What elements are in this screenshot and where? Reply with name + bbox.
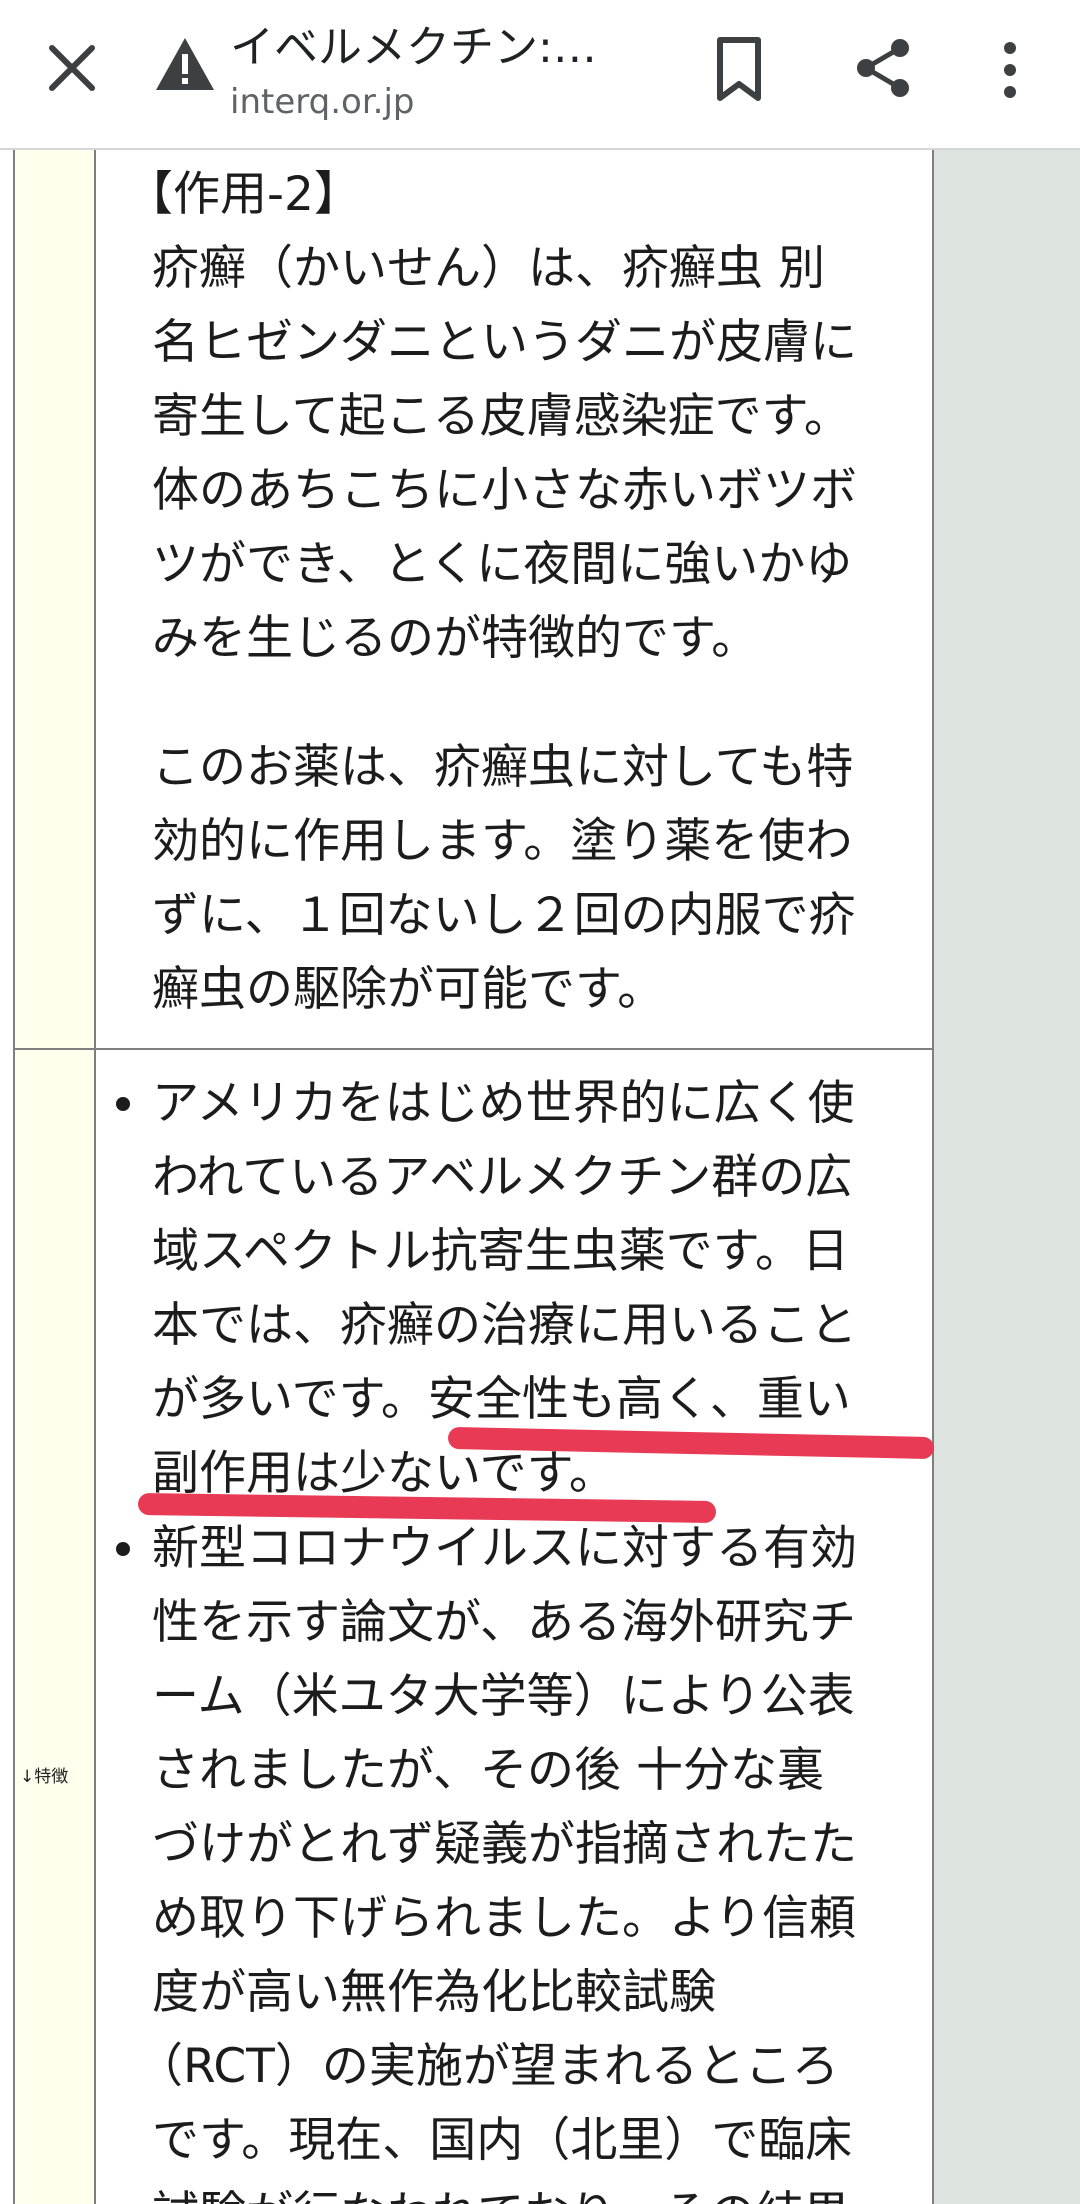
text-line: アメリカをはじめ世界的に広く使 bbox=[152, 1076, 855, 1131]
browser-page: イベルメクチン:… interq.or.jp ↓特徴 【作用-2】 疥癬（かいせ… bbox=[0, 0, 1080, 2204]
text-line: このお薬は、疥癬虫に対しても特 bbox=[152, 740, 854, 795]
page-info[interactable]: イベルメクチン:… interq.or.jp bbox=[230, 18, 670, 128]
page-title: イベルメクチン:… bbox=[230, 22, 597, 73]
text-line: 試験が行なわれており、その結果 bbox=[152, 2178, 850, 2204]
text-line: 体のあちこちに小さな赤いボツボ bbox=[152, 463, 857, 518]
page-url: interq.or.jp bbox=[230, 82, 415, 122]
text-line: （RCT）の実施が望まれるところ bbox=[136, 2039, 839, 2094]
more-vert-icon[interactable] bbox=[990, 38, 1030, 102]
bookmark-icon[interactable] bbox=[712, 36, 766, 102]
text-line: 本では、疥癬の治療に用いること bbox=[152, 1298, 857, 1353]
text-line: 寄生して起こる皮膚感染症です。 bbox=[152, 389, 851, 444]
feature-row-label[interactable]: ↓特徴 bbox=[20, 1762, 68, 1787]
text-line: が多いです。安全性も高く、重い bbox=[152, 1372, 851, 1427]
table-label-column bbox=[13, 150, 96, 2204]
side-panel bbox=[934, 150, 1080, 2204]
text-line: 域スペクトル抗寄生虫薬です。日 bbox=[152, 1224, 850, 1279]
text-line: 新型コロナウイルスに対する有効 bbox=[152, 1521, 857, 1576]
warning-icon[interactable] bbox=[154, 36, 216, 92]
text-line: です。現在、国内（北里）で臨床 bbox=[152, 2113, 853, 2168]
action-heading: 【作用-2】 bbox=[126, 167, 361, 222]
table-row-divider bbox=[13, 1048, 934, 1050]
text-line: 効的に作用します。塗り薬を使わ bbox=[152, 814, 853, 869]
bullet-marker bbox=[116, 1542, 130, 1556]
text-line: め取り下げられました。より信頼 bbox=[152, 1891, 857, 1946]
text-line: 名ヒゼンダニというダニが皮膚に bbox=[152, 315, 857, 370]
text-line: 癬虫の駆除が可能です。 bbox=[152, 962, 665, 1017]
text-line: 性を示す論文が、ある海外研究チ bbox=[152, 1595, 857, 1650]
text-line: ツができ、とくに夜間に強いかゆ bbox=[152, 537, 853, 592]
share-icon[interactable] bbox=[852, 36, 914, 100]
text-line: われているアベルメクチン群の広 bbox=[152, 1150, 853, 1205]
text-line: 疥癬（かいせん）は、疥癬虫 別 bbox=[152, 241, 825, 296]
text-line: づけがとれず疑義が指摘されたた bbox=[152, 1817, 857, 1872]
text-line: ずに、１回ないし２回の内服で疥 bbox=[152, 888, 856, 943]
page-content[interactable]: ↓特徴 【作用-2】 疥癬（かいせん）は、疥癬虫 別 名ヒゼンダニというダニが皮… bbox=[0, 150, 1080, 2204]
text-line: ーム（米ユタ大学等）により公表 bbox=[152, 1669, 855, 1724]
close-icon[interactable] bbox=[40, 36, 104, 100]
text-line: 度が高い無作為化比較試験 bbox=[152, 1965, 716, 2020]
text-line: されましたが、その後 十分な裏 bbox=[152, 1743, 824, 1798]
text-line: みを生じるのが特徴的です。 bbox=[152, 611, 759, 666]
browser-toolbar: イベルメクチン:… interq.or.jp bbox=[0, 0, 1080, 150]
bullet-marker bbox=[116, 1097, 130, 1111]
